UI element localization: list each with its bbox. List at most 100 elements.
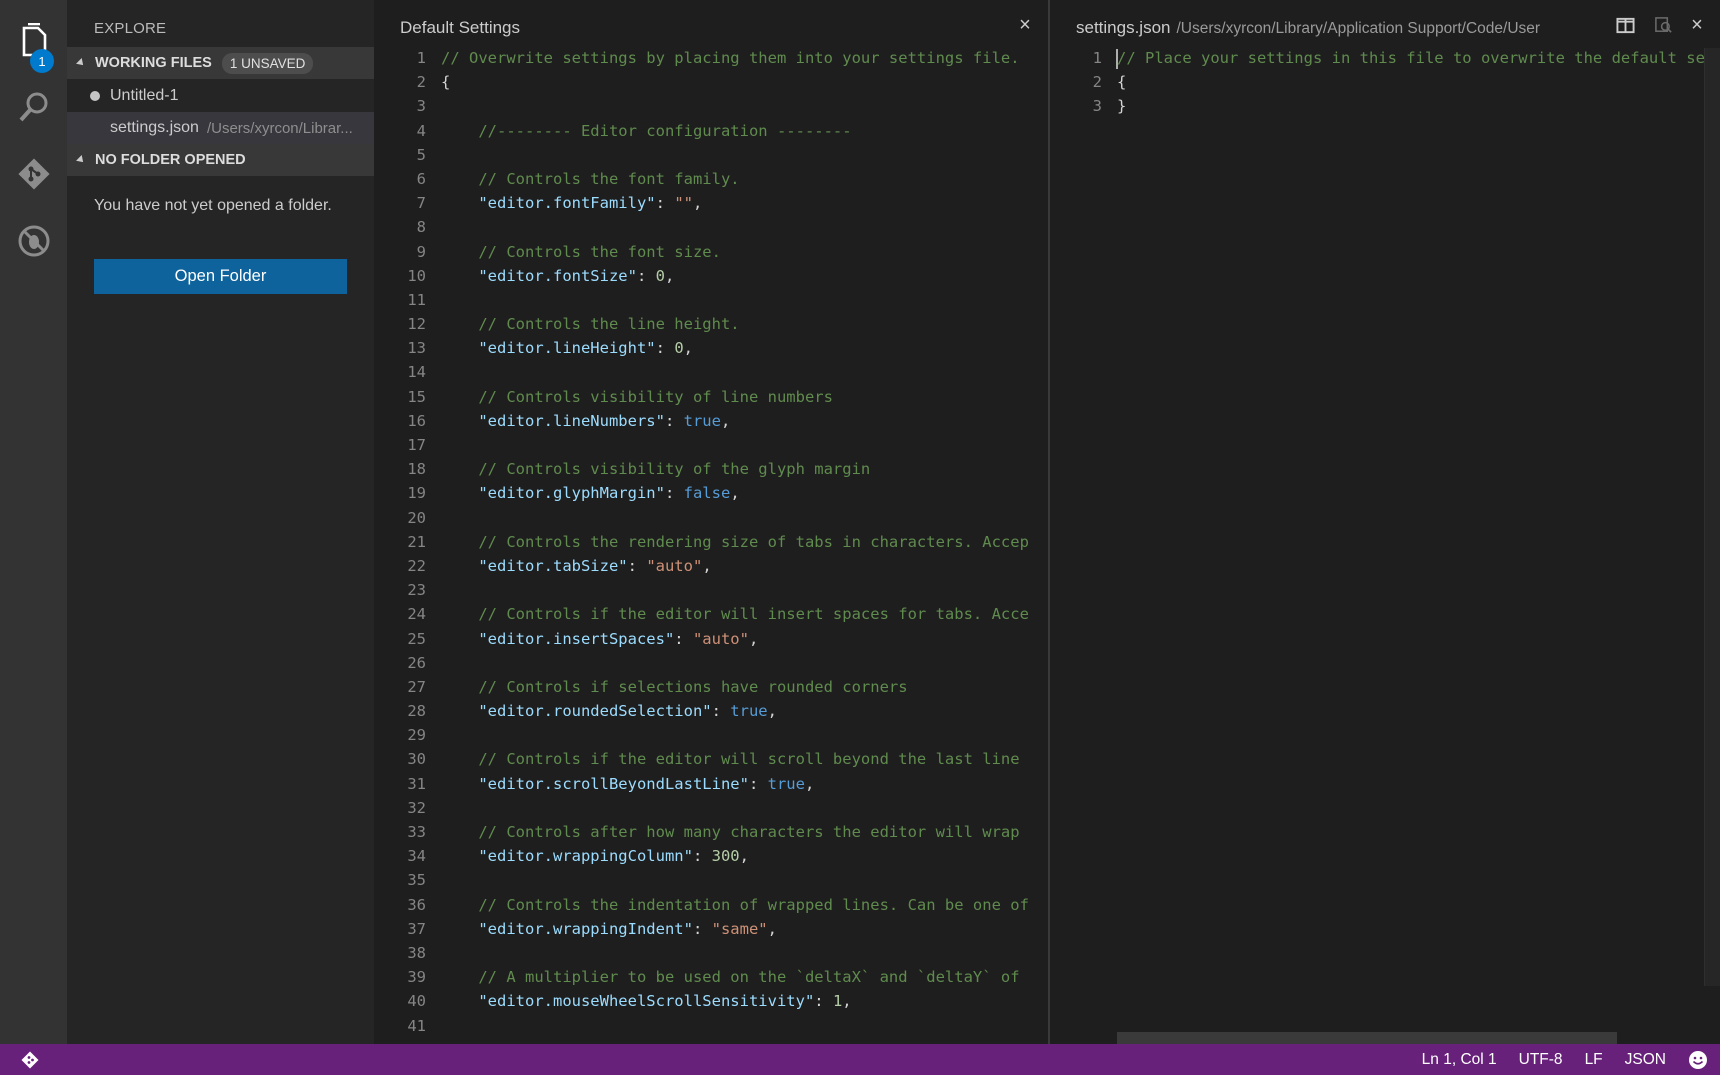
code-line[interactable]: 6 // Controls the font family.	[374, 167, 1048, 191]
code-line[interactable]: 32	[374, 796, 1048, 820]
line-text: // Place your settings in this file to o…	[1117, 46, 1705, 70]
code-area[interactable]: 1 // Place your settings in this file to …	[1050, 46, 1720, 119]
line-text: "editor.wrappingColumn": 300,	[441, 844, 749, 868]
explorer-icon[interactable]: 1	[0, 8, 67, 74]
vertical-scrollbar[interactable]	[1704, 48, 1720, 986]
line-number: 4	[416, 121, 426, 140]
line-number: 3	[1092, 97, 1102, 116]
line-text: "editor.wrappingIndent": "same",	[441, 917, 777, 941]
code-token: "editor.roundedSelection"	[478, 702, 712, 721]
code-area[interactable]: 1 // Overwrite settings by placing them i…	[374, 46, 1048, 1038]
line-number: 36	[407, 895, 426, 914]
code-line[interactable]: 11	[374, 288, 1048, 312]
code-line[interactable]: 29	[374, 723, 1048, 747]
code-token: ,	[767, 919, 777, 938]
editor-header: settings.json/Users/xyrcon/Library/Appli…	[1050, 0, 1720, 50]
code-line[interactable]: 15 // Controls visibility of line number…	[374, 385, 1048, 409]
code-token: :	[636, 266, 656, 285]
line-text: "editor.scrollBeyondLastLine": true,	[441, 772, 814, 796]
code-line[interactable]: 10 "editor.fontSize": 0,	[374, 264, 1048, 288]
code-line[interactable]: 38	[374, 941, 1048, 965]
line-text: "editor.fontFamily": "",	[441, 191, 702, 215]
code-line[interactable]: 8	[374, 215, 1048, 239]
working-file-settings-json[interactable]: settings.json /Users/xyrcon/Librar...	[67, 112, 374, 144]
code-line[interactable]: 3	[374, 94, 1048, 118]
code-token: "editor.fontFamily"	[478, 194, 656, 213]
code-line[interactable]: 41	[374, 1014, 1048, 1038]
language-mode[interactable]: JSON	[1625, 1051, 1666, 1069]
working-file-untitled-1[interactable]: Untitled-1	[67, 80, 374, 112]
code-line[interactable]: 2{	[374, 70, 1048, 94]
debug-icon[interactable]	[0, 208, 67, 274]
code-line[interactable]: 3}	[1050, 94, 1720, 118]
line-number: 32	[407, 798, 426, 817]
code-line[interactable]: 27 // Controls if selections have rounde…	[374, 675, 1048, 699]
code-line[interactable]: 39 // A multiplier to be used on the `de…	[374, 965, 1048, 989]
open-changes-icon[interactable]	[1652, 14, 1674, 36]
line-number: 25	[407, 629, 426, 648]
code-line[interactable]: 18 // Controls visibility of the glyph m…	[374, 457, 1048, 481]
code-line[interactable]: 17	[374, 433, 1048, 457]
encoding[interactable]: UTF-8	[1519, 1051, 1563, 1069]
line-text: "editor.insertSpaces": "auto",	[441, 627, 758, 651]
code-line[interactable]: 5	[374, 143, 1048, 167]
code-line[interactable]: 2{	[1050, 70, 1720, 94]
code-token: ,	[767, 702, 777, 721]
line-number: 22	[407, 556, 426, 575]
git-branch-icon[interactable]	[20, 1050, 40, 1070]
horizontal-scrollbar[interactable]	[1117, 1032, 1617, 1044]
code-line[interactable]: 9 // Controls the font size.	[374, 240, 1048, 264]
line-number: 38	[407, 943, 426, 962]
line-number: 9	[416, 242, 426, 261]
code-line[interactable]: 21 // Controls the rendering size of tab…	[374, 530, 1048, 554]
code-line[interactable]: 31 "editor.scrollBeyondLastLine": true,	[374, 772, 1048, 796]
close-icon[interactable]: ×	[1014, 14, 1036, 36]
line-number: 11	[407, 290, 426, 309]
code-line[interactable]: 12 // Controls the line height.	[374, 312, 1048, 336]
code-token: "editor.scrollBeyondLastLine"	[478, 774, 749, 793]
code-line[interactable]: 24 // Controls if the editor will insert…	[374, 602, 1048, 626]
code-line[interactable]: 36 // Controls the indentation of wrappe…	[374, 893, 1048, 917]
line-number: 34	[407, 847, 426, 866]
code-line[interactable]: 34 "editor.wrappingColumn": 300,	[374, 844, 1048, 868]
working-files-header[interactable]: WORKING FILES 1 UNSAVED	[67, 47, 374, 79]
open-folder-button[interactable]: Open Folder	[94, 259, 347, 294]
git-icon[interactable]	[0, 141, 67, 207]
code-token: // Controls visibility of line numbers	[441, 387, 833, 406]
code-line[interactable]: 25 "editor.insertSpaces": "auto",	[374, 627, 1048, 651]
search-icon[interactable]	[0, 74, 67, 140]
end-of-line[interactable]: LF	[1585, 1051, 1603, 1069]
cursor-position[interactable]: Ln 1, Col 1	[1422, 1051, 1497, 1069]
code-line[interactable]: 23	[374, 578, 1048, 602]
split-editor-icon[interactable]	[1614, 14, 1636, 36]
code-token: ,	[842, 992, 852, 1011]
code-line[interactable]: 16 "editor.lineNumbers": true,	[374, 409, 1048, 433]
code-line[interactable]: 22 "editor.tabSize": "auto",	[374, 554, 1048, 578]
default-settings-editor[interactable]: Default Settings × 1 // Overwrite setting…	[374, 0, 1048, 1044]
line-number: 3	[416, 97, 426, 116]
code-line[interactable]: 20	[374, 506, 1048, 530]
code-line[interactable]: 4 //-------- Editor configuration ------…	[374, 119, 1048, 143]
code-line[interactable]: 14	[374, 360, 1048, 384]
code-line[interactable]: 35	[374, 868, 1048, 892]
line-number: 26	[407, 653, 426, 672]
code-line[interactable]: 13 "editor.lineHeight": 0,	[374, 336, 1048, 360]
code-line[interactable]: 19 "editor.glyphMargin": false,	[374, 481, 1048, 505]
code-token: "same"	[711, 919, 768, 938]
code-token: :	[627, 556, 647, 575]
no-folder-header[interactable]: NO FOLDER OPENED	[67, 144, 374, 176]
code-line[interactable]: 33 // Controls after how many characters…	[374, 820, 1048, 844]
code-line[interactable]: 7 "editor.fontFamily": "",	[374, 191, 1048, 215]
code-line[interactable]: 26	[374, 651, 1048, 675]
code-line[interactable]: 40 "editor.mouseWheelScrollSensitivity":…	[374, 989, 1048, 1013]
code-line[interactable]: 30 // Controls if the editor will scroll…	[374, 747, 1048, 771]
close-icon[interactable]: ×	[1686, 14, 1708, 36]
code-line[interactable]: 1 // Place your settings in this file to …	[1050, 46, 1720, 70]
code-line[interactable]: 37 "editor.wrappingIndent": "same",	[374, 917, 1048, 941]
code-line[interactable]: 28 "editor.roundedSelection": true,	[374, 699, 1048, 723]
smiley-feedback-icon[interactable]	[1688, 1050, 1708, 1070]
code-line[interactable]: 1 // Overwrite settings by placing them i…	[374, 46, 1048, 70]
settings-json-editor[interactable]: settings.json/Users/xyrcon/Library/Appli…	[1048, 0, 1720, 1044]
